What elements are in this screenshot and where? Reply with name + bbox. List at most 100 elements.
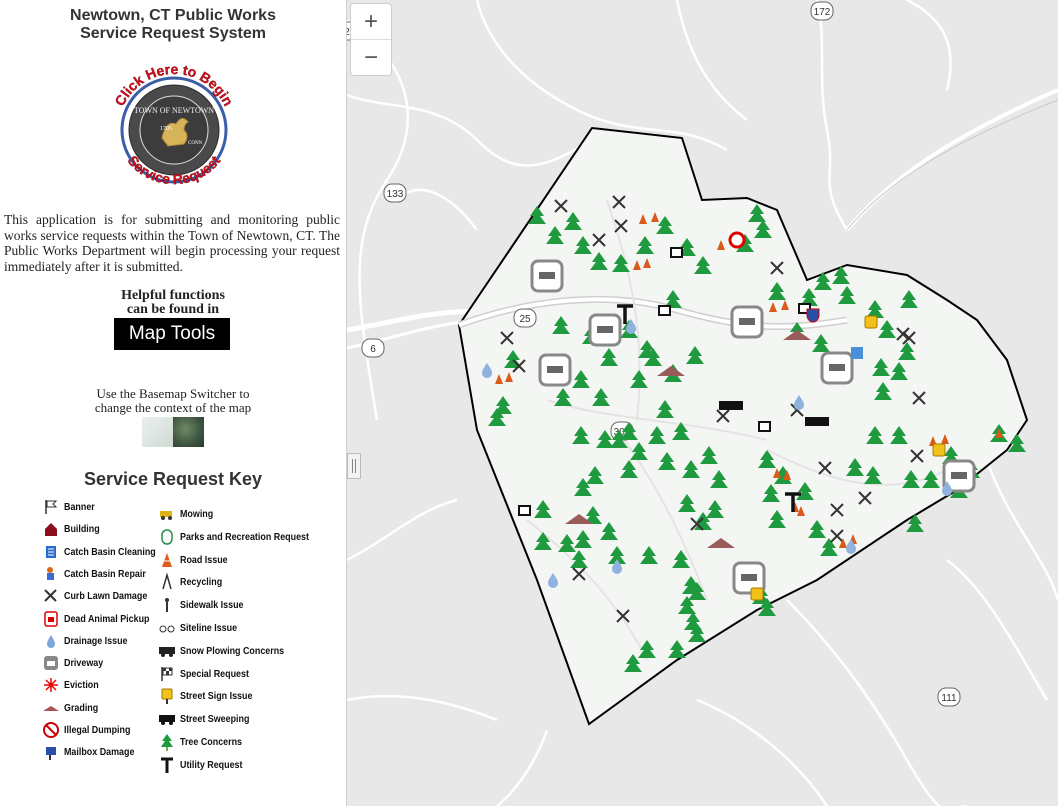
eviction-marker[interactable] <box>728 231 746 249</box>
driveway-car-icon <box>829 364 845 371</box>
map-tools-button[interactable]: Map Tools <box>114 318 230 350</box>
driveway-icon <box>42 654 60 672</box>
svg-text:1705: 1705 <box>160 126 172 132</box>
key-item-street-sign-issue: Street Sign Issue <box>158 685 265 707</box>
street-sweeping-icon <box>158 710 176 728</box>
key-label: Grading <box>64 701 99 714</box>
key-label: Street Sign Issue <box>180 690 253 703</box>
driveway-car-icon <box>597 326 613 333</box>
key-label: Road Issue <box>180 553 228 566</box>
driveway-car-icon <box>547 366 563 373</box>
street-sign-issue-icon <box>158 687 176 705</box>
panel-splitter-handle[interactable] <box>347 453 361 479</box>
key-label: Mowing <box>180 508 214 520</box>
key-item-mowing: Mowing <box>158 503 219 525</box>
utility-request-icon <box>158 756 176 774</box>
basemap-switcher[interactable] <box>142 417 204 447</box>
key-item-mailbox-damage: Mailbox Damage <box>42 741 147 763</box>
mailbox-damage-marker[interactable] <box>806 308 820 323</box>
recycling-icon <box>158 573 176 591</box>
svg-text:111: 111 <box>941 693 957 704</box>
curb-lawn-damage-icon <box>42 587 60 605</box>
seal-text: TOWN OF NEWTOWN <box>134 106 214 115</box>
key-item-eviction: Eviction <box>42 674 105 696</box>
key-item-dead-animal-pickup: Dead Animal Pickup <box>42 608 165 630</box>
key-item-banner: Banner <box>42 496 100 518</box>
dead-animal-pickup-icon <box>42 610 60 628</box>
street-sign-issue-marker[interactable] <box>864 315 878 329</box>
begin-service-request-button[interactable]: Click Here to Begin TOWN OF NEWTOWN 1705… <box>104 58 244 198</box>
town-boundary <box>457 126 1029 726</box>
route-shield-111: 111 <box>937 687 961 707</box>
map-canvas[interactable]: 1721332563021112 <box>347 0 1058 806</box>
basemap-instructions: Use the Basemap Switcher to change the c… <box>94 386 252 415</box>
key-item-recycling: Recycling <box>158 571 230 593</box>
basemap-streets-thumbnail[interactable] <box>142 417 173 447</box>
tree-concerns-icon <box>158 733 176 751</box>
svg-text:25: 25 <box>519 314 531 325</box>
zoom-control: + − <box>350 3 392 76</box>
zoom-in-button[interactable]: + <box>351 4 391 39</box>
key-label: Parks and Recreation Request <box>180 530 309 543</box>
route-shield-133: 133 <box>383 183 407 203</box>
key-item-grading: Grading <box>42 697 104 719</box>
key-label: Recycling <box>180 576 223 589</box>
app-description: This application is for submitting and m… <box>4 212 340 274</box>
parks-recreation-icon <box>158 528 176 546</box>
town-seal-logo: Click Here to Begin TOWN OF NEWTOWN 1705… <box>111 61 237 188</box>
building-icon <box>42 520 60 538</box>
key-item-building: Building <box>42 518 106 540</box>
key-item-siteline-issue: Siteline Issue <box>158 617 247 639</box>
key-label: Drainage Issue <box>64 634 128 647</box>
special-request-marker[interactable] <box>670 247 683 258</box>
key-label: Tree Concerns <box>180 736 243 748</box>
key-item-sidewalk-issue: Sidewalk Issue <box>158 594 255 616</box>
helpful-functions-text: Helpful functions can be found in <box>121 288 225 317</box>
illegal-dumping-icon <box>42 721 60 739</box>
street-sweeping-marker[interactable] <box>805 417 829 426</box>
key-item-catch-basin-cleaning: Catch Basin Cleaning <box>42 541 172 563</box>
catch-basin-repair-icon <box>42 565 60 583</box>
street-sweeping-marker[interactable] <box>719 401 743 410</box>
key-label: Building <box>64 523 100 536</box>
key-label: Mailbox Damage <box>64 746 135 759</box>
snow-plowing-icon <box>158 642 176 660</box>
svg-text:CONN: CONN <box>188 141 203 146</box>
key-label: Illegal Dumping <box>64 724 131 736</box>
route-shield-6: 6 <box>361 338 385 358</box>
special-request-marker[interactable] <box>658 305 671 316</box>
special-request-marker[interactable] <box>758 421 771 432</box>
driveway-car-icon <box>739 318 755 325</box>
key-label: Catch Basin Repair <box>64 567 146 580</box>
key-label: Sidewalk Issue <box>180 599 244 612</box>
key-label: Dead Animal Pickup <box>64 612 150 625</box>
basemap-imagery-thumbnail[interactable] <box>173 417 204 447</box>
app-title: Newtown, CT Public Works Service Request… <box>70 7 276 42</box>
svg-text:6: 6 <box>370 344 376 355</box>
zoom-out-button[interactable]: − <box>351 40 391 75</box>
catch-basin-cleaning-icon <box>42 543 60 561</box>
key-item-street-sweeping: Street Sweeping <box>158 708 262 730</box>
street-sign-issue-marker[interactable] <box>932 443 946 457</box>
key-label: Catch Basin Cleaning <box>64 545 156 558</box>
street-sign-issue-marker[interactable] <box>750 587 764 601</box>
road-issue-icon <box>158 551 176 569</box>
siteline-issue-icon <box>158 619 176 637</box>
map-view[interactable]: 1721332563021112 <box>347 0 1058 806</box>
key-item-tree-concerns: Tree Concerns <box>158 731 253 753</box>
sidewalk-issue-icon <box>158 596 176 614</box>
special-request-marker[interactable] <box>518 505 531 516</box>
eviction-icon <box>42 676 60 694</box>
key-item-utility-request: Utility Request <box>158 754 254 776</box>
service-request-key-title: Service Request Key <box>83 469 263 489</box>
banner-icon <box>42 498 60 516</box>
catch-basin-cleaning-marker[interactable] <box>851 347 863 359</box>
driveway-car-icon <box>951 472 967 479</box>
sidebar: Newtown, CT Public Works Service Request… <box>0 0 347 806</box>
key-item-catch-basin-repair: Catch Basin Repair <box>42 563 160 585</box>
special-request-icon <box>158 665 176 683</box>
key-label: Eviction <box>64 679 99 692</box>
key-label: Utility Request <box>180 758 243 771</box>
key-label: Special Request <box>180 667 249 680</box>
key-label: Snow Plowing Concerns <box>180 644 285 657</box>
